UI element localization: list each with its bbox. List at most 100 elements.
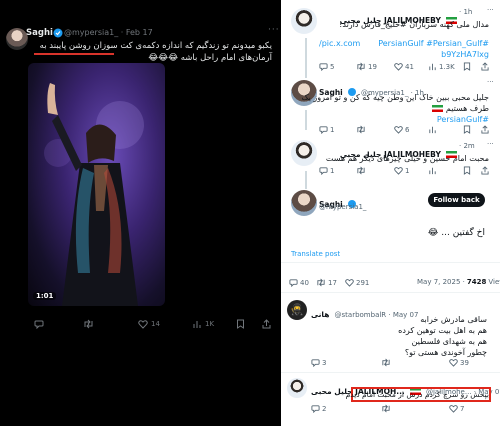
bookmark-icon — [237, 319, 244, 329]
avatar[interactable] — [291, 190, 317, 216]
retweet-icon — [357, 125, 365, 134]
bookmark-button[interactable] — [463, 125, 471, 134]
post-text: جلیل محبی ببین خاک این وطن چیه که کن و ت… — [301, 93, 489, 102]
reply-button[interactable]: 2 — [311, 404, 326, 413]
left-post-panel: Saghi @mypersia1_ · Feb 17 ··· یکبو میدو… — [0, 0, 281, 426]
avatar[interactable] — [291, 8, 317, 34]
like-button[interactable]: 14 — [138, 318, 160, 330]
share-button[interactable] — [262, 318, 271, 330]
views-total: 7428 — [466, 278, 487, 286]
post-text: طرف هستیم — [319, 103, 489, 114]
thread-panel: جلیل محبی JALILMOHEBY · 1h ··· مدال ملی … — [281, 0, 500, 426]
like-button[interactable]: 291 — [345, 278, 369, 287]
like-count: 41 — [405, 62, 414, 71]
post-time[interactable]: · 2m — [459, 142, 475, 150]
retweet-icon — [317, 278, 325, 287]
heart-icon — [394, 167, 403, 175]
retweet-button[interactable] — [381, 358, 391, 367]
reply-icon — [289, 279, 298, 287]
author-handle[interactable]: @mypersia1_ · Feb 17 — [64, 28, 153, 37]
like-button[interactable]: 7 — [449, 404, 464, 413]
retweet-button[interactable] — [83, 318, 97, 330]
reply-icon — [34, 320, 44, 329]
retweet-button[interactable]: 17 — [316, 278, 337, 287]
avatar[interactable] — [287, 378, 307, 398]
retweet-icon — [84, 319, 93, 329]
heart-icon — [449, 405, 458, 413]
retweet-button[interactable] — [356, 166, 366, 175]
divider — [281, 292, 500, 293]
like-count: 39 — [460, 358, 469, 367]
thread-line — [305, 171, 307, 189]
post-date[interactable]: May 7, 2025 · — [417, 278, 465, 286]
post-time[interactable]: · 1h — [459, 8, 472, 16]
views-icon — [429, 126, 436, 134]
bookmark-button[interactable] — [463, 62, 471, 71]
pic-link-tail[interactable]: b9YzHA7lxg — [319, 49, 489, 60]
like-button[interactable]: 6 — [394, 125, 409, 134]
bookmark-button[interactable] — [463, 166, 471, 175]
hashtag-link[interactable]: #PersianGulf — [319, 114, 489, 125]
hashtag-link[interactable]: #PersianGulf #Persian_Gulf — [378, 39, 489, 48]
views-icon — [429, 167, 436, 175]
retweet-count: 17 — [328, 278, 337, 287]
share-button[interactable] — [481, 166, 489, 175]
hashtag-link-line[interactable]: #PersianGulf #Persian_Gulf pic.x.com/ — [319, 38, 489, 49]
retweet-button[interactable]: 19 — [356, 62, 377, 71]
views-button[interactable]: 1.3K — [428, 62, 455, 71]
reply-button[interactable]: 3 — [311, 358, 326, 367]
thread-line — [305, 110, 307, 130]
retweet-button[interactable] — [356, 125, 366, 134]
author-handle[interactable]: @mypersia1_ — [319, 203, 366, 211]
heart-icon — [449, 359, 458, 367]
avatar[interactable] — [291, 140, 317, 166]
share-icon — [262, 319, 271, 329]
retweet-button[interactable] — [381, 404, 391, 413]
views-button[interactable]: 1K — [192, 318, 214, 330]
video-frame — [44, 83, 144, 306]
post-text-line: طرف هستیم — [445, 104, 489, 113]
more-icon[interactable]: ··· — [487, 78, 494, 86]
reply-count: 5 — [330, 62, 335, 71]
like-button[interactable]: 1 — [394, 166, 409, 175]
author-name[interactable]: Saghi — [26, 28, 53, 38]
reply-button[interactable] — [34, 318, 44, 330]
views-count: 1K — [205, 320, 215, 328]
reply-text: بپخش رو سرچ کردم درش از محبت امام دیدم — [345, 390, 489, 399]
follow-back-button[interactable]: Follow back — [428, 193, 485, 207]
reply-text-line: هم به شهدای فلسطین — [411, 337, 487, 346]
reply-button[interactable]: 40 — [289, 278, 309, 287]
video-player[interactable] — [28, 63, 165, 306]
bookmark-button[interactable] — [236, 318, 245, 330]
avatar[interactable]: 🥷 — [287, 300, 307, 320]
reply-text-line: هم به اهل بیت توهین کرده — [398, 326, 487, 335]
heart-icon — [394, 63, 403, 71]
reply-count: 3 — [322, 358, 327, 367]
views-label: Views — [488, 278, 500, 286]
more-icon[interactable]: ··· — [487, 140, 494, 148]
like-count: 6 — [405, 125, 410, 134]
share-button[interactable] — [481, 125, 489, 134]
like-button[interactable]: 39 — [449, 358, 469, 367]
reply-button[interactable]: 5 — [319, 62, 334, 71]
retweet-icon — [382, 358, 390, 367]
like-button[interactable]: 41 — [394, 62, 414, 71]
bookmark-icon — [463, 62, 471, 71]
pic-link[interactable]: pic.x.com/ — [319, 38, 360, 49]
reply-count: 40 — [300, 278, 309, 287]
reply-button[interactable]: 1 — [319, 166, 334, 175]
divider — [281, 262, 500, 263]
bookmark-icon — [463, 125, 471, 134]
retweet-icon — [357, 166, 365, 175]
highlight-underline — [34, 53, 114, 55]
views-button[interactable] — [428, 125, 437, 134]
video-duration: 1:01 — [33, 292, 57, 300]
post-text: یکبو میدونم تو زندگیم که اندازه دکمه‌ی ک… — [39, 41, 272, 63]
reply-icon — [319, 63, 328, 71]
views-button[interactable] — [428, 166, 437, 175]
reply-button[interactable]: 1 — [319, 125, 334, 134]
more-icon[interactable]: ··· — [268, 25, 280, 35]
more-icon[interactable]: ··· — [487, 6, 494, 14]
translate-post-link[interactable]: Translate post — [291, 250, 340, 258]
share-button[interactable] — [481, 62, 489, 71]
